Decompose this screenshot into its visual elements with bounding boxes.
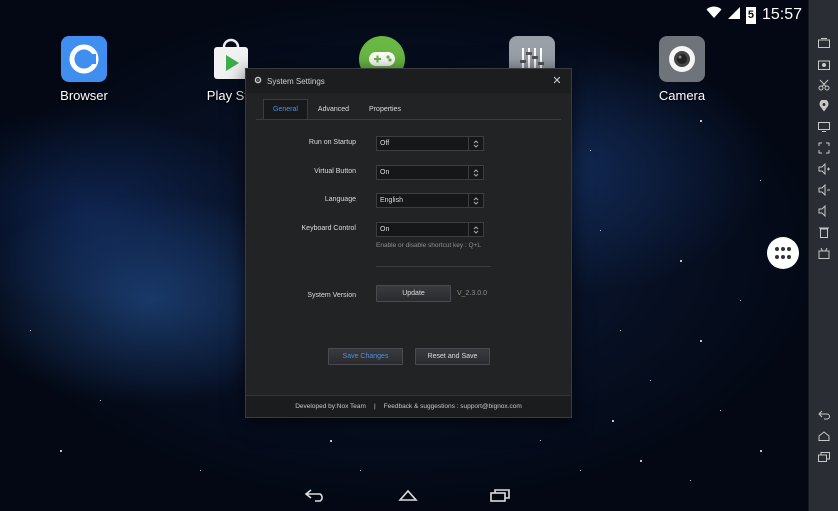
app-label: Camera [658,88,706,103]
select-value: On [380,226,390,233]
recent-apps-icon [490,489,510,502]
status-icons: 5 15:57 [706,6,802,24]
fullscreen-icon[interactable] [814,139,834,157]
app-browser[interactable]: Browser [39,36,129,103]
dialog-title: System Settings [267,76,325,86]
clock: 15:57 [761,6,802,23]
location-icon[interactable] [814,97,834,115]
browser-icon [61,36,107,82]
keyboard-control-select[interactable]: On [376,222,484,237]
system-version-label: System Version [307,292,356,299]
screen-icon[interactable] [814,118,834,136]
tab-properties[interactable]: Properties [359,99,411,119]
dialog-footer: Developed by:Nox Team | Feedback & sugge… [246,395,571,417]
status-bar: 5 15:57 [0,0,808,30]
update-button[interactable]: Update [376,285,451,302]
setting-label: Keyboard Control [301,225,356,232]
setting-label: Language [324,196,356,203]
select-value: English [380,197,403,204]
volume-down-icon[interactable] [814,181,834,199]
feedback-contact: Feedback & suggestions : support@bignox.… [383,403,522,410]
save-changes-button[interactable]: Save Changes [328,348,403,365]
screenshot-icon[interactable] [814,34,834,52]
navigation-bar [0,481,808,511]
mute-icon[interactable] [814,202,834,220]
setting-label: Run on Startup [308,139,356,146]
back-arrow-icon [304,489,323,502]
language-select[interactable]: English [376,193,484,208]
virtual-button-select[interactable]: On [376,165,484,180]
tab-panel-divider [256,119,561,120]
tab-bar: General Advanced Properties [246,99,571,119]
developer-credit: Developed by:Nox Team [295,403,366,410]
updown-arrows-icon [468,223,483,236]
more-apps-button[interactable] [767,237,799,269]
nav-recents-button[interactable] [488,488,512,506]
keyboard-hint: Enable or disable shortcut key : Q+L [376,242,481,249]
reset-and-save-button[interactable]: Reset and Save [415,348,490,365]
back-icon[interactable] [814,406,834,424]
run-on-startup-select[interactable]: Off [376,136,484,151]
nav-home-button[interactable] [396,488,420,506]
battery-icon: 5 [745,6,756,24]
tab-general[interactable]: General [263,99,308,119]
wifi-icon [706,6,722,24]
setting-row-virtual-button: Virtual Button On [246,165,571,181]
settings-gear-icon [254,76,262,86]
apk-install-icon[interactable] [814,244,834,262]
updown-arrows-icon [468,137,483,150]
setting-row-keyboard-control: Keyboard Control On [246,222,571,238]
scissors-icon[interactable] [814,76,834,94]
section-divider [376,266,491,267]
updown-arrows-icon [468,166,483,179]
app-label: Browser [60,88,108,103]
close-icon[interactable]: ✕ [551,75,563,87]
select-value: Off [380,140,390,147]
nav-back-button[interactable] [303,488,327,506]
footer-separator: | [373,403,376,410]
tab-advanced[interactable]: Advanced [308,99,359,119]
select-value: On [380,169,390,176]
home-icon [398,489,418,501]
signal-icon [727,6,740,24]
setting-row-language: Language English [246,193,571,209]
setting-row-run-on-startup: Run on Startup Off [246,136,571,152]
recent-apps-icon[interactable] [814,448,834,466]
updown-arrows-icon [468,194,483,207]
home-icon[interactable] [814,427,834,445]
dialog-titlebar[interactable]: System Settings [246,69,571,93]
trash-icon[interactable] [814,223,834,241]
emulator-toolbar [808,0,838,511]
volume-up-icon[interactable] [814,160,834,178]
setting-label: Virtual Button [314,168,356,175]
version-text: V_2.3.0.0 [457,290,487,297]
record-icon[interactable] [814,55,834,73]
camera-icon [659,36,705,82]
system-settings-dialog: System Settings ✕ General Advanced Prope… [245,68,572,418]
app-camera[interactable]: Camera [637,36,727,103]
dots-grid-icon [775,247,791,259]
